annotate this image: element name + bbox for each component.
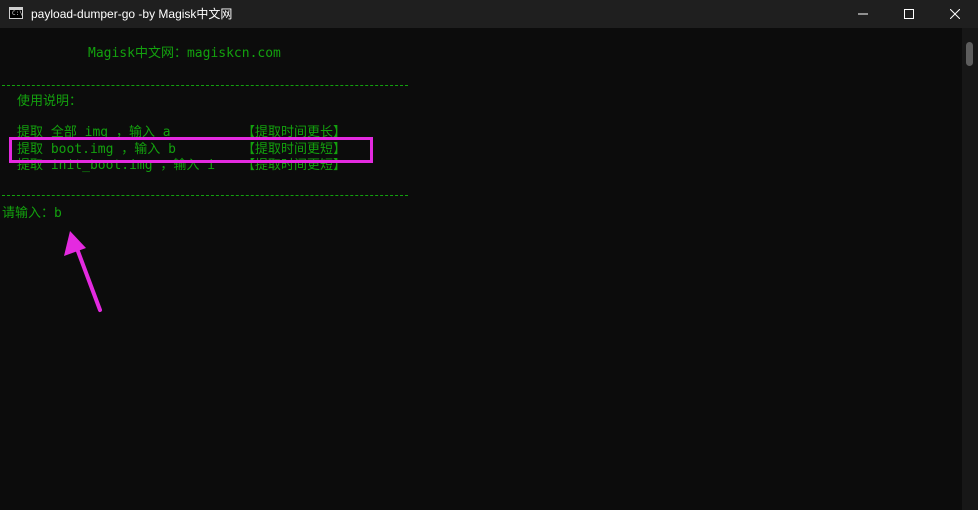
scrollbar-thumb[interactable]: [966, 42, 973, 66]
console-icon: C:\: [9, 7, 23, 19]
vertical-scrollbar[interactable]: [962, 28, 978, 510]
usage-heading: 使用说明：: [17, 94, 83, 109]
console-output[interactable]: Magisk中文网：magiskcn.com 使用说明： 提取 全部 img ，…: [0, 28, 962, 510]
input-prompt-line[interactable]: 请输入：b: [2, 206, 62, 222]
arrow-annotation: [64, 231, 102, 312]
separator-bottom: [2, 195, 408, 196]
minimize-button[interactable]: [840, 0, 886, 28]
highlight-box: [9, 137, 373, 163]
maximize-button[interactable]: [886, 0, 932, 28]
minimize-icon: [858, 13, 868, 15]
site-line: Magisk中文网：magiskcn.com: [88, 46, 281, 61]
terminal-window: C:\ payload-dumper-go -by Magisk中文网 Magi…: [0, 0, 978, 510]
close-button[interactable]: [932, 0, 978, 28]
window-title: payload-dumper-go -by Magisk中文网: [31, 7, 233, 21]
input-prompt: 请输入：: [2, 206, 55, 221]
maximize-icon: [904, 9, 914, 19]
title-bar[interactable]: C:\ payload-dumper-go -by Magisk中文网: [0, 0, 978, 28]
user-input: b: [54, 206, 62, 221]
close-icon: [950, 9, 960, 19]
separator-top: [2, 85, 408, 86]
